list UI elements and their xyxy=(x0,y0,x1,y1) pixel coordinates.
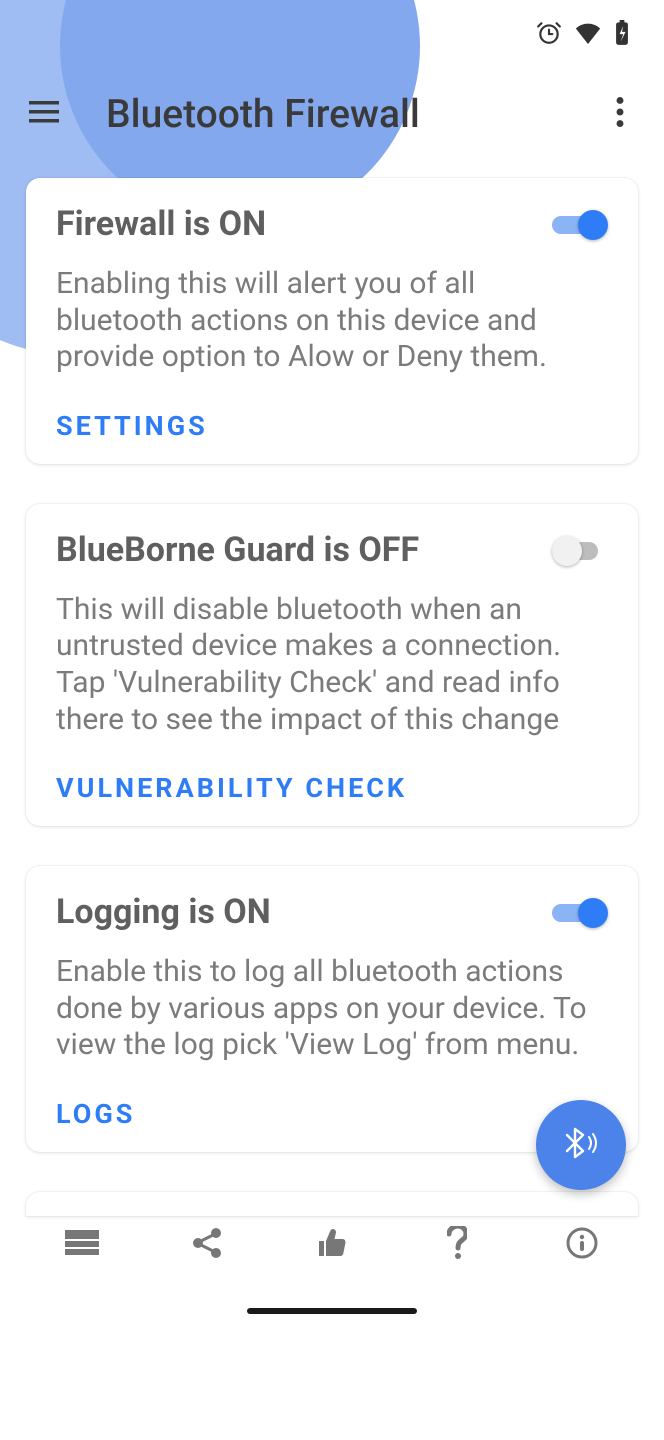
card-title: Logging is ON xyxy=(56,892,271,932)
wifi-icon xyxy=(574,22,602,44)
overflow-menu-button[interactable] xyxy=(596,90,644,138)
nav-info-button[interactable] xyxy=(558,1221,606,1269)
bluetooth-radar-fab[interactable] xyxy=(536,1100,626,1190)
hamburger-icon xyxy=(29,101,59,127)
bottom-nav xyxy=(0,1208,664,1282)
nav-share-button[interactable] xyxy=(183,1221,231,1269)
card-firewall: Firewall is ON Enabling this will alert … xyxy=(26,178,638,464)
nav-like-button[interactable] xyxy=(308,1221,356,1269)
list-icon xyxy=(65,1230,99,1260)
gesture-bar xyxy=(247,1308,417,1314)
card-description: This will disable bluetooth when an untr… xyxy=(56,592,608,738)
vulnerability-check-button[interactable]: VULNERABILITY CHECK xyxy=(56,772,608,804)
page-title: Bluetooth Firewall xyxy=(106,91,596,137)
firewall-toggle[interactable] xyxy=(552,208,608,240)
card-description: Enabling this will alert you of all blue… xyxy=(56,266,608,376)
more-vertical-icon xyxy=(616,97,624,131)
card-blueborne: BlueBorne Guard is OFF This will disable… xyxy=(26,504,638,826)
card-title: Firewall is ON xyxy=(56,204,266,244)
card-logging: Logging is ON Enable this to log all blu… xyxy=(26,866,638,1152)
card-description: Enable this to log all bluetooth actions… xyxy=(56,954,608,1064)
blueborne-toggle[interactable] xyxy=(552,534,608,566)
question-icon xyxy=(447,1226,467,1264)
info-icon xyxy=(566,1227,598,1263)
menu-button[interactable] xyxy=(20,90,68,138)
logs-button[interactable]: LOGS xyxy=(56,1098,608,1130)
settings-button[interactable]: SETTINGS xyxy=(56,410,608,442)
share-icon xyxy=(191,1227,223,1263)
app-bar: Bluetooth Firewall xyxy=(0,66,664,162)
alarm-icon xyxy=(536,20,562,46)
nav-help-button[interactable] xyxy=(433,1221,481,1269)
logging-toggle[interactable] xyxy=(552,896,608,928)
battery-charging-icon xyxy=(614,20,630,46)
thumbs-up-icon xyxy=(315,1228,349,1262)
card-title: BlueBorne Guard is OFF xyxy=(56,530,419,570)
bluetooth-broadcast-icon xyxy=(561,1123,601,1167)
nav-list-button[interactable] xyxy=(58,1221,106,1269)
